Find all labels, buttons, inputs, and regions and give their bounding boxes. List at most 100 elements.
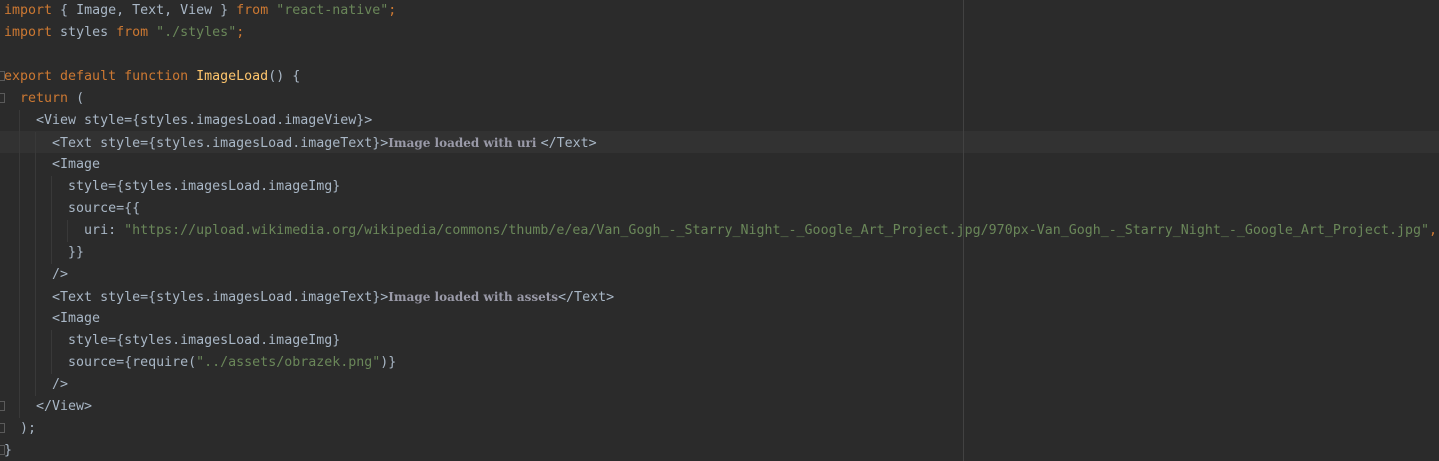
code-line[interactable]: source={{ <box>4 198 1439 220</box>
code-token: source={require( <box>4 355 197 370</box>
code-token: return <box>20 91 69 106</box>
code-token: <Text style={styles.imagesLoad.imageText… <box>4 290 389 305</box>
code-token: "../assets/obrazek.png" <box>196 355 381 370</box>
code-token: ; <box>388 3 397 18</box>
code-line[interactable]: style={styles.imagesLoad.imageImg} <box>4 176 1439 198</box>
indent-guide <box>18 198 20 220</box>
indent-guide <box>34 242 36 264</box>
indent-guide <box>34 220 36 242</box>
code-line[interactable]: <Text style={styles.imagesLoad.imageText… <box>4 286 1439 308</box>
fold-marker-icon[interactable] <box>0 423 5 433</box>
indent-guide <box>18 242 20 264</box>
code-token: ( <box>68 91 85 106</box>
indent-guide <box>34 176 36 198</box>
code-token: <View style={styles.imagesLoad.imageView… <box>4 113 373 128</box>
code-token: <Text style={styles.imagesLoad.imageText… <box>4 136 389 151</box>
code-token: Image loaded with assets <box>388 290 559 304</box>
code-line[interactable]: } <box>0 440 1439 461</box>
indent-guide <box>50 220 52 242</box>
indent-guide <box>18 374 20 396</box>
code-line[interactable]: /> <box>4 264 1439 286</box>
indent-guide <box>34 330 36 352</box>
code-token: </Text> <box>558 290 615 305</box>
indent-guide <box>18 330 20 352</box>
indent-guide <box>34 198 36 220</box>
code-token: /> <box>4 267 69 282</box>
indent-guide <box>18 264 20 286</box>
code-token: import <box>4 3 53 18</box>
indent-guide <box>34 132 36 154</box>
indent-guide <box>34 308 36 330</box>
code-token: { Image, Text, View } <box>52 3 237 18</box>
code-token: } <box>4 443 13 458</box>
code-token: </View> <box>4 399 93 414</box>
indent-guide <box>18 286 20 308</box>
indent-guide <box>50 242 52 264</box>
code-line[interactable]: return ( <box>0 88 1439 110</box>
indent-guide <box>34 154 36 176</box>
code-token: styles <box>52 25 117 40</box>
code-line[interactable]: <Image <box>4 308 1439 330</box>
code-line[interactable]: }} <box>4 242 1439 264</box>
indent-guide <box>18 110 20 132</box>
code-token: )} <box>380 355 397 370</box>
indent-guide <box>50 330 52 352</box>
code-token: </Text> <box>540 136 597 151</box>
code-token: () { <box>268 69 301 84</box>
indent-guide <box>18 396 20 418</box>
code-line[interactable]: export default function ImageLoad() { <box>0 66 1439 88</box>
code-line[interactable]: <View style={styles.imagesLoad.imageView… <box>4 110 1439 132</box>
code-token: style={styles.imagesLoad.imageImg} <box>4 179 341 194</box>
indent-guide <box>34 286 36 308</box>
code-token: ); <box>4 421 37 436</box>
indent-guide <box>18 352 20 374</box>
code-token: "react-native" <box>276 3 389 18</box>
indent-guide <box>34 264 36 286</box>
code-line[interactable] <box>4 44 1439 66</box>
code-token: "https://upload.wikimedia.org/wikipedia/… <box>124 223 1429 238</box>
code-token: source={{ <box>4 201 141 216</box>
indent-guide <box>18 154 20 176</box>
indent-guide <box>50 352 52 374</box>
code-line[interactable]: /> <box>4 374 1439 396</box>
code-line[interactable]: source={require("../assets/obrazek.png")… <box>4 352 1439 374</box>
code-token: ; <box>236 25 245 40</box>
indent-guide <box>66 220 68 242</box>
code-token: from <box>236 3 269 18</box>
fold-marker-icon[interactable] <box>0 401 5 411</box>
code-token: ImageLoad <box>196 69 269 84</box>
indent-guide <box>18 220 20 242</box>
code-line[interactable]: import { Image, Text, View } from "react… <box>4 0 1439 22</box>
code-line[interactable]: uri: "https://upload.wikimedia.org/wikip… <box>4 220 1439 242</box>
code-line[interactable]: </View> <box>0 396 1439 418</box>
indent-guide <box>18 176 20 198</box>
code-token: , <box>1428 223 1437 238</box>
code-lines[interactable]: import { Image, Text, View } from "react… <box>0 0 1439 461</box>
code-token: import <box>4 25 53 40</box>
code-line[interactable]: style={styles.imagesLoad.imageImg} <box>4 330 1439 352</box>
code-token: "./styles" <box>156 25 237 40</box>
code-token: uri: <box>4 223 125 238</box>
code-token: style={styles.imagesLoad.imageImg} <box>4 333 341 348</box>
indent-guide <box>18 132 20 154</box>
code-line[interactable]: ); <box>0 418 1439 440</box>
fold-marker-icon[interactable] <box>0 93 5 103</box>
code-editor[interactable]: import { Image, Text, View } from "react… <box>0 0 1439 461</box>
indent-guide <box>34 352 36 374</box>
indent-guide <box>50 198 52 220</box>
code-token: /> <box>4 377 69 392</box>
fold-marker-icon[interactable] <box>0 445 5 455</box>
fold-marker-icon[interactable] <box>0 71 5 81</box>
code-token: }} <box>4 245 85 260</box>
code-line[interactable]: <Text style={styles.imagesLoad.imageText… <box>4 132 1439 154</box>
indent-guide <box>18 308 20 330</box>
code-line[interactable]: <Image <box>4 154 1439 176</box>
indent-guide <box>50 176 52 198</box>
code-token: export default function <box>4 69 189 84</box>
code-line[interactable]: import styles from "./styles"; <box>4 22 1439 44</box>
code-token: from <box>116 25 149 40</box>
indent-guide <box>34 374 36 396</box>
